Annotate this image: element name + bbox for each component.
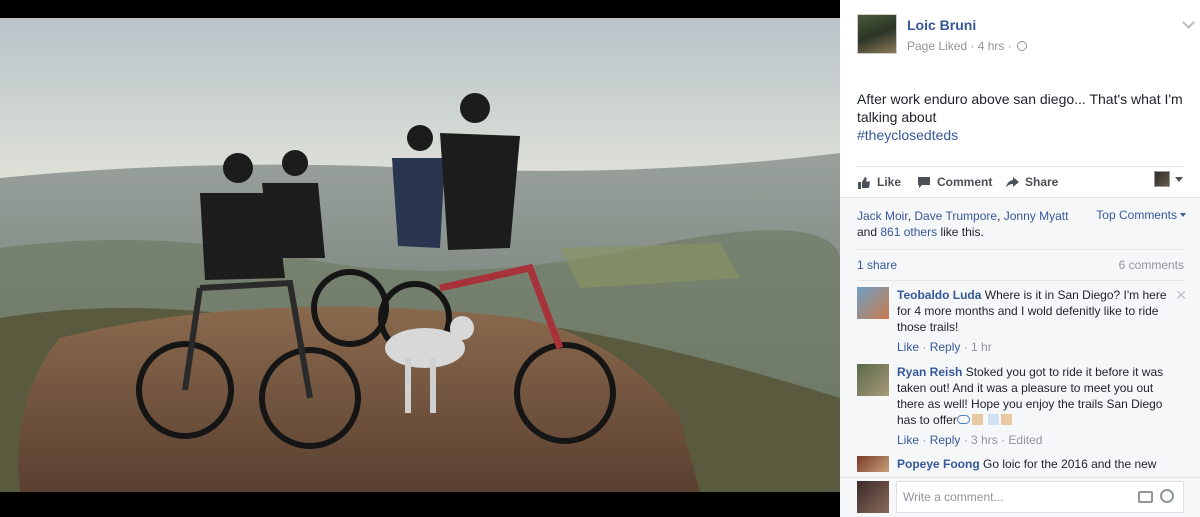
comment-avatar[interactable] [857, 287, 889, 319]
comment-icon [918, 176, 930, 188]
share-label: Share [1025, 175, 1059, 189]
liker-link[interactable]: Jonny Myatt [1004, 209, 1069, 223]
comment-label: Comment [937, 175, 993, 189]
page-avatar[interactable] [857, 14, 897, 54]
photo-viewer [0, 0, 840, 517]
comment-time[interactable]: 1 hr [971, 340, 992, 354]
share-button[interactable]: Share [1005, 175, 1058, 189]
globe-icon [1017, 41, 1028, 51]
like-label: Like [877, 175, 902, 189]
emoji-icon [988, 414, 1000, 425]
comment-avatar[interactable] [857, 456, 889, 472]
post-body: After work enduro above san diego... Tha… [857, 91, 1183, 125]
post-text: After work enduro above san diego... Tha… [857, 90, 1187, 144]
comment-text: Go loic for the 2016 and the new [983, 457, 1157, 471]
emoji-icon [1001, 414, 1013, 425]
viewer-avatar [1154, 171, 1170, 187]
comment-body: Teobaldo Luda Where is it in San Diego? … [897, 287, 1167, 355]
comment-like-link[interactable]: Like [897, 340, 919, 354]
post-photo[interactable] [0, 18, 840, 492]
share-count[interactable]: 1 share [857, 258, 897, 272]
post-header: Loic Bruni Page Liked · 4 hrs · [857, 14, 1195, 58]
comments-area: Jack Moir, Dave Trumpore, Jonny Myatt an… [840, 197, 1200, 517]
page-liked-status: Page Liked [907, 39, 968, 53]
comment-like-link[interactable]: Like [897, 433, 919, 447]
post-author[interactable]: Loic Bruni [907, 17, 976, 33]
top-comments-label: Top Comments [1096, 208, 1177, 222]
comment-reply-link[interactable]: Reply [930, 340, 961, 354]
comment-body: Popeye Foong Go loic for the 2016 and th… [897, 456, 1167, 472]
smiley-icon[interactable] [1160, 489, 1174, 503]
edited-label[interactable]: Edited [1008, 433, 1042, 447]
meta-separator: · [970, 39, 975, 53]
comment-actions: Like · Reply · 3 hrs · Edited [897, 433, 1043, 447]
comment-count[interactable]: 6 comments [1119, 258, 1184, 272]
viewer-avatar [857, 481, 889, 513]
likes-suffix: like this. [940, 225, 984, 239]
commenter-name[interactable]: Popeye Foong [897, 457, 980, 471]
liker-link[interactable]: Dave Trumpore [914, 209, 997, 223]
commenter-name[interactable]: Ryan Reish [897, 365, 962, 379]
comment-body: Ryan Reish Stoked you got to ride it bef… [897, 364, 1167, 448]
thumbs-up-icon [858, 176, 870, 189]
counts-row: 1 share 6 comments [857, 249, 1184, 279]
close-icon[interactable]: ✕ [1175, 287, 1187, 304]
top-comments-dropdown[interactable]: Top Comments [1096, 208, 1186, 222]
comment-time[interactable]: 3 hrs [971, 433, 998, 447]
hashtag-link[interactable]: #theyclosedteds [857, 126, 1187, 144]
comment-reply-link[interactable]: Reply [930, 433, 961, 447]
camera-icon[interactable] [1138, 491, 1153, 503]
share-arrow-icon [1006, 176, 1019, 188]
dropdown-arrow-icon [1175, 176, 1183, 182]
comment-avatar[interactable] [857, 364, 889, 396]
commenter-name[interactable]: Teobaldo Luda [897, 288, 981, 302]
identity-selector[interactable] [1154, 171, 1183, 187]
comment-composer [840, 477, 1200, 517]
likes-summary: Jack Moir, Dave Trumpore, Jonny Myatt an… [857, 209, 1069, 239]
emoji-icon [971, 414, 983, 425]
meta-separator: · [1007, 39, 1012, 53]
post-time[interactable]: 4 hrs [978, 39, 1005, 53]
post-side-panel: Loic Bruni Page Liked · 4 hrs · After wo… [840, 0, 1200, 517]
photo-image [0, 18, 840, 492]
speech-bubble-emoji [956, 415, 970, 424]
comment-button[interactable]: Comment [917, 175, 992, 189]
chevron-down-icon[interactable] [1182, 16, 1195, 29]
post-actions: Like Comment Share [857, 166, 1183, 196]
and-word: and [857, 225, 878, 239]
chevron-down-icon [1180, 213, 1186, 217]
liker-link[interactable]: Jack Moir [857, 209, 908, 223]
divider [857, 280, 1184, 281]
post-meta: Page Liked · 4 hrs · [907, 39, 1028, 53]
comment-actions: Like · Reply · 1 hr [897, 340, 992, 354]
others-link[interactable]: 861 others [880, 225, 937, 239]
like-button[interactable]: Like [857, 175, 901, 189]
